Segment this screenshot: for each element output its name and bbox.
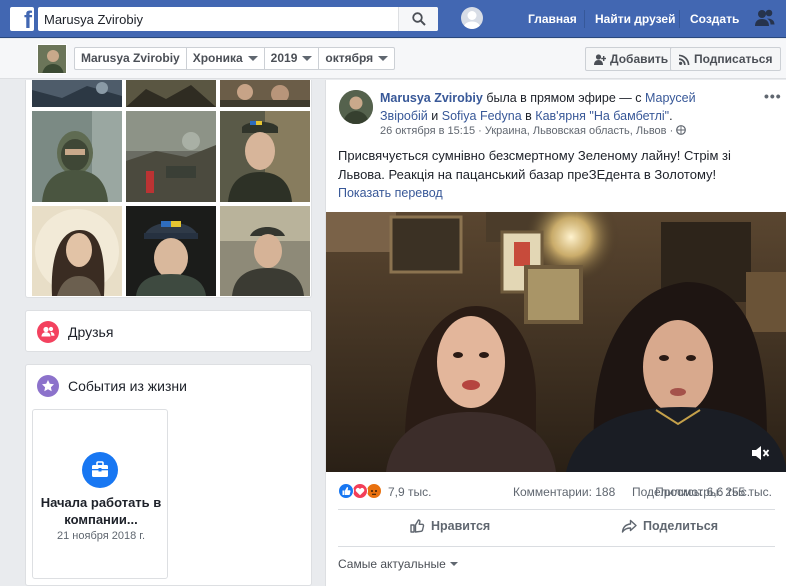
photo-thumbnail[interactable] bbox=[32, 111, 122, 202]
post-location[interactable]: Украина, Львовская область, Львов bbox=[485, 125, 667, 137]
love-reaction-icon[interactable] bbox=[352, 483, 368, 499]
subscribe-button[interactable]: Подписаться bbox=[670, 47, 782, 71]
like-button[interactable]: Нравится bbox=[409, 518, 490, 534]
thumbs-up-icon bbox=[410, 519, 425, 533]
friends-card[interactable]: Друзья bbox=[25, 310, 312, 352]
globe-icon bbox=[676, 125, 687, 135]
search-button[interactable] bbox=[398, 7, 438, 31]
tagged-user-link[interactable]: Sofiya Fedyna bbox=[442, 109, 522, 123]
divider bbox=[338, 546, 775, 547]
profile-avatar[interactable] bbox=[461, 7, 483, 29]
chevron-down-icon bbox=[378, 56, 389, 61]
life-events-card: События из жизни Начала работать в компа… bbox=[25, 364, 312, 586]
video-frame bbox=[326, 212, 786, 472]
reactions-summary: 7,9 тыс. Комментарии: 188 Поделились: 6,… bbox=[326, 479, 786, 503]
section-label: Хроника bbox=[192, 51, 243, 65]
star-icon bbox=[37, 375, 59, 397]
breadcrumb-month[interactable]: октября bbox=[319, 48, 394, 69]
share-arrow-icon bbox=[621, 519, 637, 533]
rss-icon bbox=[679, 54, 690, 65]
show-translation-link[interactable]: Показать перевод bbox=[338, 186, 443, 200]
post-date[interactable]: 26 октября в 15:15 bbox=[380, 125, 475, 137]
profile-name: Marusya Zvirobiy bbox=[81, 51, 180, 65]
post-action-text: была в прямом эфире — с bbox=[486, 91, 642, 105]
chevron-down-icon bbox=[302, 56, 313, 61]
add-friend-label: Добавить bbox=[610, 52, 669, 66]
share-button[interactable]: Поделиться bbox=[621, 518, 718, 534]
nav-home[interactable]: Главная bbox=[528, 12, 577, 26]
place-link[interactable]: Кав'ярня "На бамбетлі" bbox=[535, 109, 669, 123]
photo-thumbnail[interactable] bbox=[32, 206, 122, 296]
friends-icon bbox=[37, 321, 59, 343]
nav-find-friends[interactable]: Найти друзей bbox=[595, 12, 675, 26]
chevron-down-icon bbox=[449, 562, 458, 566]
top-bar: f Главная Найти друзей Создать bbox=[0, 0, 786, 38]
facebook-logo-icon[interactable]: f bbox=[10, 7, 34, 31]
photo-thumbnail[interactable] bbox=[126, 80, 216, 107]
share-label: Поделиться bbox=[643, 519, 719, 533]
add-person-icon bbox=[594, 53, 606, 65]
life-event-title: Начала работать в компании... bbox=[40, 495, 162, 527]
friend-requests-icon[interactable] bbox=[754, 8, 776, 28]
comments-count[interactable]: Комментарии: 188 bbox=[513, 485, 615, 499]
post-author-avatar[interactable] bbox=[339, 90, 373, 124]
post-meta: 26 октября в 15:15 · Украина, Львовская … bbox=[380, 125, 687, 137]
post-text: Присвячується сумнівно безсмертному Зеле… bbox=[338, 148, 731, 182]
profile-thumbnail[interactable] bbox=[37, 44, 67, 74]
reactions-count[interactable]: 7,9 тыс. bbox=[388, 485, 431, 499]
post-card: Marusya Zvirobiy была в прямом эфире — с… bbox=[325, 80, 786, 586]
divider bbox=[338, 509, 775, 510]
photo-thumbnail[interactable] bbox=[220, 80, 310, 107]
breadcrumb-year[interactable]: 2019 bbox=[265, 48, 320, 69]
post-header: Marusya Zvirobiy была в прямом эфире — с… bbox=[380, 91, 696, 123]
nav-create[interactable]: Создать bbox=[690, 12, 739, 26]
views-count: Просмотры: 255 тыс. bbox=[655, 485, 772, 499]
angry-reaction-icon[interactable] bbox=[366, 483, 382, 499]
comment-sort-dropdown[interactable]: Самые актуальные bbox=[338, 557, 458, 571]
briefcase-icon bbox=[82, 452, 118, 488]
year-label: 2019 bbox=[270, 51, 298, 65]
photo-thumbnail[interactable] bbox=[220, 111, 310, 202]
sort-label: Самые актуальные bbox=[338, 557, 446, 571]
timeline-breadcrumb: Marusya Zvirobiy Хроника 2019 октября bbox=[74, 47, 396, 70]
breadcrumb-section[interactable]: Хроника bbox=[187, 48, 265, 69]
photo-thumbnail[interactable] bbox=[126, 111, 216, 202]
search-icon bbox=[412, 12, 426, 26]
add-friend-button[interactable]: Добавить bbox=[585, 47, 678, 71]
life-events-title: События из жизни bbox=[68, 378, 187, 394]
subscribe-label: Подписаться bbox=[694, 52, 773, 66]
friends-title: Друзья bbox=[68, 324, 114, 340]
live-video-player[interactable] bbox=[326, 212, 786, 472]
search-box bbox=[38, 7, 438, 31]
like-label: Нравится bbox=[431, 519, 491, 533]
photo-thumbnail[interactable] bbox=[32, 80, 122, 107]
photos-grid bbox=[25, 80, 312, 298]
timeline-subnav: Marusya Zvirobiy Хроника 2019 октября До… bbox=[0, 39, 786, 79]
chevron-down-icon bbox=[247, 56, 258, 61]
month-label: октября bbox=[325, 51, 374, 65]
post-in-text: в bbox=[525, 109, 532, 123]
mute-icon[interactable] bbox=[750, 444, 770, 462]
nav-divider bbox=[679, 10, 680, 28]
life-event-item[interactable]: Начала работать в компании... 21 ноября … bbox=[32, 409, 168, 579]
life-event-date: 21 ноября 2018 г. bbox=[57, 530, 145, 542]
nav-divider bbox=[584, 10, 585, 28]
post-and-text: и bbox=[431, 109, 439, 123]
breadcrumb-profile[interactable]: Marusya Zvirobiy bbox=[75, 48, 187, 69]
photo-thumbnail[interactable] bbox=[220, 206, 310, 296]
search-input[interactable] bbox=[44, 7, 394, 31]
like-reaction-icon[interactable] bbox=[338, 483, 354, 499]
photo-thumbnail[interactable] bbox=[126, 206, 216, 296]
post-author-link[interactable]: Marusya Zvirobiy bbox=[380, 91, 483, 105]
more-options-icon[interactable]: ••• bbox=[764, 88, 782, 104]
